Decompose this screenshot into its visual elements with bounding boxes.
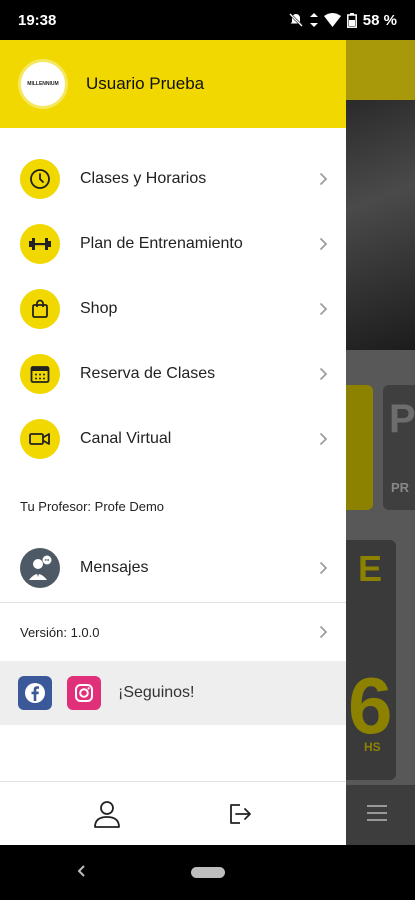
drawer-header: MILLENNIUM Usuario Prueba: [0, 40, 346, 128]
wifi-icon: [323, 13, 341, 27]
background-promo-number: 6: [348, 661, 393, 750]
battery-icon: [346, 12, 357, 28]
status-time: 19:38: [18, 11, 57, 29]
battery-percent: 58 %: [362, 11, 397, 29]
calendar-icon: [20, 353, 60, 394]
background-hero-image: [346, 100, 415, 350]
chevron-right-icon: [316, 172, 330, 186]
social-label: ¡Seguinos!: [118, 684, 195, 701]
menu-item-label: Canal Virtual: [80, 429, 172, 447]
background-card-letter: P: [389, 397, 415, 441]
professor-label: Tu Profesor: Profe Demo: [20, 499, 165, 514]
background-promo-letter: E: [358, 548, 383, 589]
shopping-bag-icon: [20, 288, 60, 329]
logout-button[interactable]: [220, 794, 260, 834]
back-icon[interactable]: [72, 861, 92, 881]
menu-item-clases-horarios[interactable]: Clases y Horarios: [0, 146, 346, 211]
gym-logo: MILLENNIUM: [18, 59, 68, 109]
dumbbell-icon: [20, 223, 60, 264]
home-pill-button[interactable]: [191, 867, 225, 878]
menu-item-mensajes[interactable]: Mensajes: [0, 535, 346, 600]
menu-item-canal-virtual[interactable]: Canal Virtual: [0, 406, 346, 471]
clock-icon: [20, 158, 60, 199]
background-card: [346, 385, 373, 510]
version-row[interactable]: Versión: 1.0.0: [0, 603, 346, 661]
chevron-right-icon: [316, 432, 330, 446]
facebook-icon[interactable]: [18, 676, 52, 710]
system-nav-bar: [0, 845, 415, 900]
menu-item-label: Clases y Horarios: [80, 169, 207, 187]
background-promo-suffix: HS: [364, 740, 381, 754]
background-bottom-bar: [346, 785, 415, 845]
menu-item-label: Plan de Entrenamiento: [80, 234, 243, 252]
background-promo: E 6 HS: [346, 540, 396, 780]
messages-label: Mensajes: [80, 558, 149, 576]
background-card-text: PR: [391, 480, 410, 495]
logout-icon: [229, 803, 251, 824]
chevron-right-icon: [316, 561, 330, 575]
chevron-right-icon: [316, 367, 330, 381]
menu-item-label: Reserva de Clases: [80, 364, 216, 382]
background-card: P PR: [383, 385, 415, 510]
version-label: Versión: 1.0.0: [20, 624, 100, 640]
video-camera-icon: [20, 418, 60, 459]
chevron-right-icon: [316, 302, 330, 316]
menu-item-plan-entrenamiento[interactable]: Plan de Entrenamiento: [0, 211, 346, 276]
menu-item-shop[interactable]: Shop: [0, 276, 346, 341]
menu-item-reserva-clases[interactable]: Reserva de Clases: [0, 341, 346, 406]
user-icon: [93, 800, 120, 828]
drawer-menu: Clases y Horarios Plan de Entrenamiento …: [0, 128, 346, 471]
status-icons: 58 %: [288, 12, 397, 29]
status-bar: 19:38 58 %: [0, 0, 415, 40]
navigation-drawer: MILLENNIUM Usuario Prueba Clases y Horar…: [0, 40, 346, 845]
drawer-bottom-bar: [0, 781, 346, 845]
social-row: ¡Seguinos!: [0, 661, 346, 725]
logo-text: MILLENNIUM: [27, 81, 59, 87]
notifications-off-icon: [288, 13, 303, 27]
teacher-avatar-icon: [20, 547, 60, 588]
profile-button[interactable]: [87, 794, 127, 834]
data-transfer-icon: [309, 13, 318, 27]
user-name: Usuario Prueba: [86, 74, 205, 93]
instagram-icon[interactable]: [67, 676, 101, 710]
chevron-right-icon: [316, 237, 330, 251]
menu-item-label: Shop: [80, 299, 118, 317]
chevron-right-icon: [316, 625, 330, 639]
hamburger-menu-icon: [367, 805, 387, 826]
